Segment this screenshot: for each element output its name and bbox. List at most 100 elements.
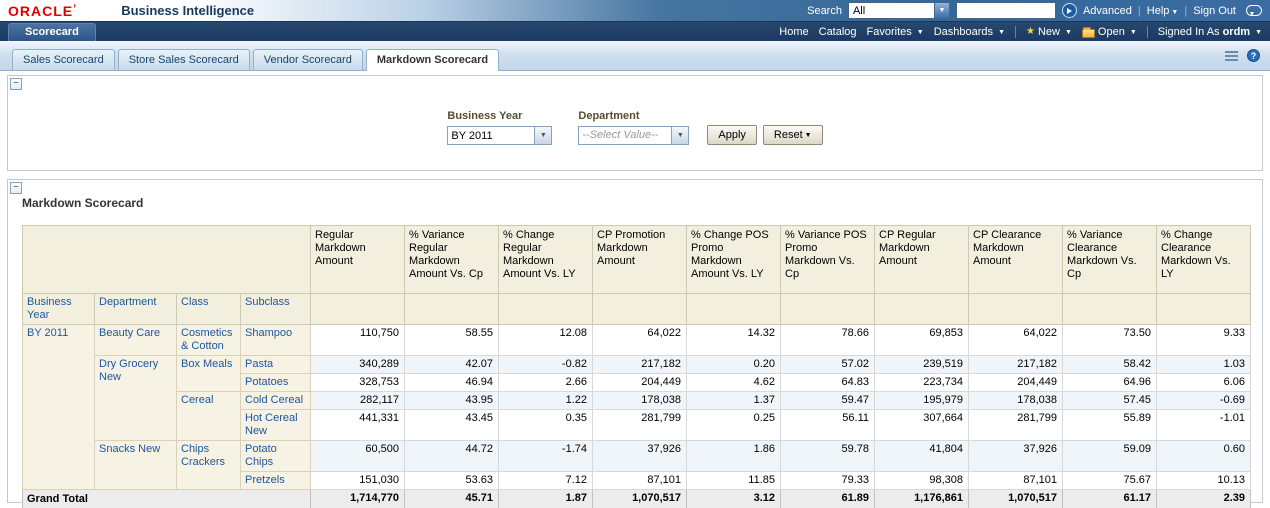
business-year-input[interactable] [448,127,534,144]
subclass-cell[interactable]: Cold Cereal [241,392,311,410]
empty-header-cell [593,294,687,325]
grand-total-value: 1,176,861 [875,490,969,508]
measure-value-cell: -1.01 [1157,410,1251,441]
collapse-button[interactable]: − [10,78,22,90]
chat-bubble-icon[interactable] [1246,5,1262,16]
measure-value-cell: 340,289 [311,356,405,374]
nav-new[interactable]: ★New▼ [1026,26,1072,38]
measure-value-cell: 55.89 [1063,410,1157,441]
measure-value-cell: 0.25 [687,410,781,441]
chevron-down-icon: ▼ [1065,29,1072,36]
subclass-cell[interactable]: Pasta [241,356,311,374]
measure-value-cell: 1.86 [687,441,781,472]
divider [1015,26,1016,38]
nav-dashboards-label: Dashboards [934,26,993,38]
measure-value-cell: 87,101 [969,472,1063,490]
chevron-down-icon: ▼ [805,132,812,139]
grand-total-value: 45.71 [405,490,499,508]
section-navbar: Scorecard Home Catalog Favorites▼ Dashbo… [0,22,1270,41]
class-cell[interactable]: Chips Crackers [177,441,241,490]
tab-vendor-scorecard[interactable]: Vendor Scorecard [253,49,363,70]
measure-value-cell: 64.96 [1063,374,1157,392]
search-input[interactable] [956,2,1056,19]
measure-value-cell: 57.45 [1063,392,1157,410]
subclass-cell[interactable]: Potato Chips [241,441,311,472]
row-header-label: Subclass [241,294,311,325]
tab-store-sales-scorecard[interactable]: Store Sales Scorecard [118,49,250,70]
prompt-buttons: Apply Reset▼ [707,125,822,145]
measure-value-cell: 441,331 [311,410,405,441]
advanced-link[interactable]: Advanced [1083,5,1132,17]
table-row: CerealCold Cereal282,11743.951.22178,038… [23,392,1251,410]
measure-value-cell: 178,038 [969,392,1063,410]
pivot-body: BY 2011Beauty CareCosmetics & CottonSham… [23,325,1251,490]
measure-value-cell: 1.37 [687,392,781,410]
grand-total-value: 3.12 [687,490,781,508]
empty-header-cell [969,294,1063,325]
signed-in-as[interactable]: Signed In Asordm▼ [1158,26,1262,38]
column-header: % Change Regular Markdown Amount Vs. LY [499,226,593,294]
empty-header-cell [687,294,781,325]
department-combo[interactable]: --Select Value-- ▼ [578,126,689,145]
search-label: Search [807,5,842,17]
search-go-button[interactable] [1062,3,1077,18]
table-row: Dry Grocery NewBox MealsPasta340,28942.0… [23,356,1251,374]
class-cell[interactable]: Box Meals [177,356,241,392]
nav-new-label: New [1038,26,1060,38]
apply-button[interactable]: Apply [707,125,757,145]
tab-sales-scorecard[interactable]: Sales Scorecard [12,49,115,70]
nav-catalog[interactable]: Catalog [819,26,857,38]
nav-dashboards[interactable]: Dashboards▼ [934,26,1005,38]
nav-home[interactable]: Home [779,26,808,38]
page-options-icon[interactable] [1225,50,1238,61]
subclass-cell[interactable]: Hot Cereal New [241,410,311,441]
collapse-button[interactable]: − [10,182,22,194]
class-cell[interactable]: Cereal [177,392,241,441]
measure-value-cell: 151,030 [311,472,405,490]
search-scope-value: All [849,5,934,17]
empty-header-cell [499,294,593,325]
row-header-label: Class [177,294,241,325]
nav-open-label: Open [1098,26,1125,38]
tab-markdown-scorecard[interactable]: Markdown Scorecard [366,49,499,71]
subclass-cell[interactable]: Potatoes [241,374,311,392]
help-menu[interactable]: Help▼ [1147,5,1179,17]
grand-total-value: 61.17 [1063,490,1157,508]
business-year-cell[interactable]: BY 2011 [23,325,95,490]
separator: | [1184,5,1187,17]
measure-value-cell: 281,799 [593,410,687,441]
class-cell[interactable]: Cosmetics & Cotton [177,325,241,356]
measure-value-cell: -1.74 [499,441,593,472]
row-header-label: Business Year [23,294,95,325]
subclass-cell[interactable]: Pretzels [241,472,311,490]
department-cell[interactable]: Beauty Care [95,325,177,356]
business-year-combo[interactable]: ▼ [447,126,552,145]
measure-value-cell: 43.95 [405,392,499,410]
department-cell[interactable]: Dry Grocery New [95,356,177,441]
measure-value-cell: 78.66 [781,325,875,356]
scorecard-section-tab[interactable]: Scorecard [8,23,96,41]
nav-favorites[interactable]: Favorites▼ [867,26,924,38]
measure-value-cell: 217,182 [593,356,687,374]
grand-total-value: 1,714,770 [311,490,405,508]
chevron-down-icon[interactable]: ▼ [534,127,551,144]
column-header: % Variance POS Promo Markdown Vs. Cp [781,226,875,294]
chevron-down-icon[interactable]: ▼ [671,127,688,144]
measure-value-cell: 204,449 [593,374,687,392]
measure-value-cell: 43.45 [405,410,499,441]
reset-button[interactable]: Reset▼ [763,125,823,145]
oracle-logo: ORACLE [8,3,77,19]
empty-header-cell [1063,294,1157,325]
help-icon[interactable]: ? [1247,49,1260,62]
nav-open[interactable]: Open ▼ [1082,26,1137,38]
measure-value-cell: 178,038 [593,392,687,410]
chevron-down-icon: ▼ [1130,29,1137,36]
dimension-header-row: Business Year Department Class Subclass [23,294,1251,325]
department-cell[interactable]: Snacks New [95,441,177,490]
measure-value-cell: 204,449 [969,374,1063,392]
user-name: ordm [1223,26,1251,38]
subclass-cell[interactable]: Shampoo [241,325,311,356]
measure-value-cell: 0.20 [687,356,781,374]
sign-out-link[interactable]: Sign Out [1193,5,1236,17]
search-scope-select[interactable]: All ▼ [848,2,950,19]
